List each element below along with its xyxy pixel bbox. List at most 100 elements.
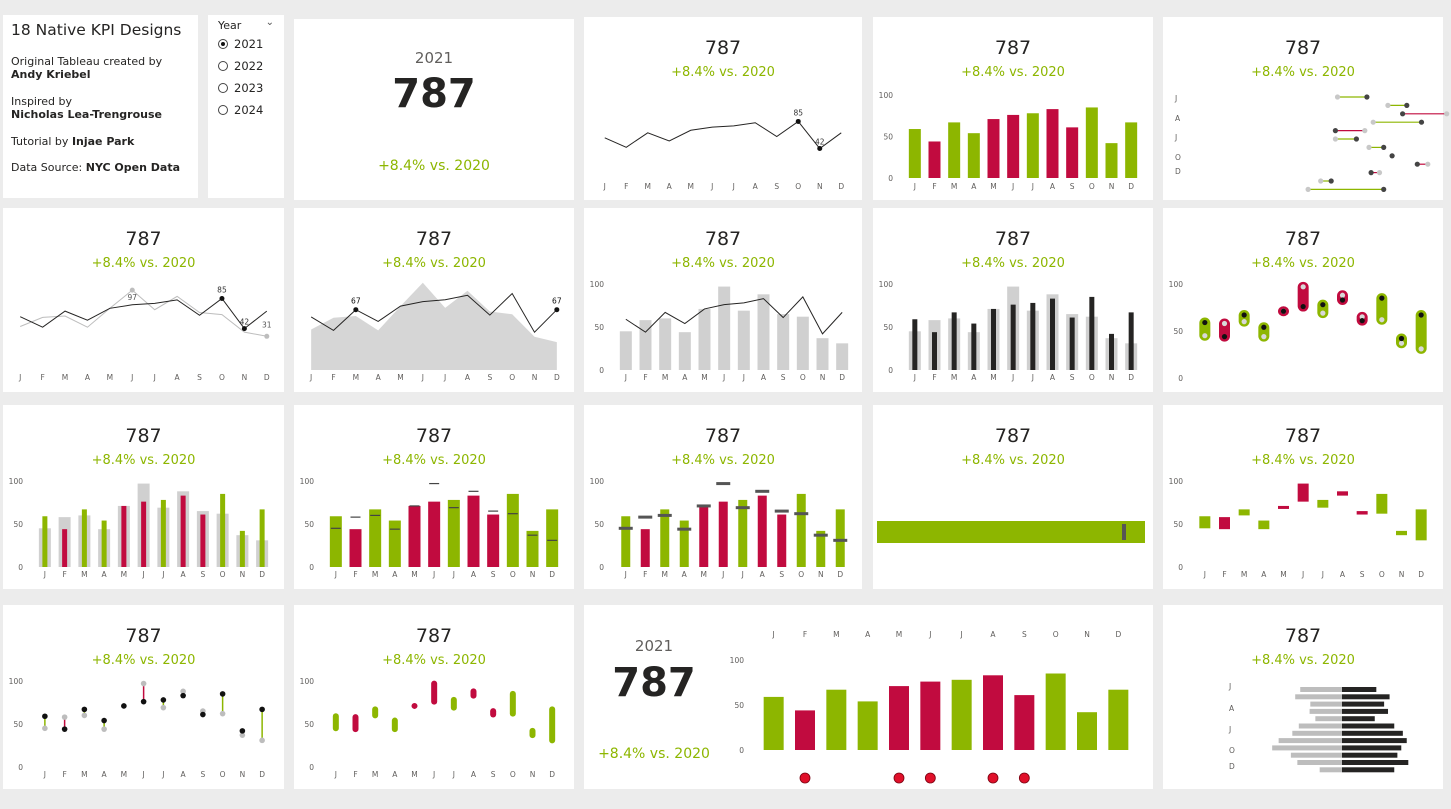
current-bar	[1342, 687, 1377, 692]
bar-M	[408, 505, 421, 567]
float-bar-M	[1238, 509, 1250, 516]
radio-icon[interactable]	[218, 105, 228, 115]
current-dot	[1202, 319, 1208, 326]
x-tick-label: M	[62, 373, 68, 382]
current-dot	[81, 706, 88, 713]
x-tick-label: M	[121, 570, 127, 579]
current-dot	[61, 726, 68, 732]
prior-dot	[1320, 310, 1326, 316]
current-bar-J	[1030, 302, 1036, 370]
prior-dot	[1362, 128, 1368, 134]
range-J	[332, 713, 339, 732]
data-label-high: 85	[217, 286, 227, 295]
x-tick-label: J	[43, 770, 46, 779]
bar-F	[928, 141, 941, 178]
radio-selected-icon[interactable]	[218, 39, 228, 49]
prior-dot	[81, 712, 88, 719]
target-marker	[716, 482, 731, 486]
x-tick-label: J	[334, 570, 337, 579]
kpi-delta: +8.4% vs. 2020	[378, 158, 490, 174]
y-tick-label: 100	[879, 280, 894, 289]
year-option-2021[interactable]: 2021	[218, 37, 263, 51]
prior-dot	[1339, 292, 1346, 298]
x-tick-label: J	[742, 373, 745, 382]
bar-A	[388, 520, 401, 567]
alert-dot	[893, 772, 905, 784]
x-tick-label: A	[392, 570, 398, 579]
x-tick-label: M	[353, 373, 359, 382]
chart-svg: J A J OD	[1228, 682, 1409, 773]
current-bar	[1342, 723, 1395, 729]
year-slicer[interactable]: Year ⌄ 2021 2022 2023 2024	[208, 15, 284, 198]
x-tick-label: D	[1128, 373, 1134, 382]
current-dot	[1379, 295, 1385, 301]
y-tick-label: 50	[13, 520, 23, 529]
y-tick-label: 0	[309, 763, 314, 772]
prior-bar	[1272, 745, 1342, 751]
chevron-down-icon[interactable]: ⌄	[266, 17, 274, 28]
x-tick-label: J	[624, 373, 627, 382]
year-slicer-title: Year	[218, 19, 242, 32]
x-tick-label: A	[865, 630, 871, 639]
target-marker	[677, 527, 692, 531]
current-bar-J	[42, 516, 48, 567]
x-tick-label: J	[722, 373, 725, 382]
data-label-prior-last: 31	[262, 320, 272, 329]
x-tick-label: S	[779, 570, 784, 579]
current-dot	[1221, 334, 1228, 340]
x-tick-label: M	[951, 182, 957, 191]
current-dot	[239, 728, 246, 734]
bar-J	[329, 516, 342, 567]
bar-O	[1085, 107, 1098, 178]
x-tick-label: N	[242, 373, 248, 382]
data-label-first: 67	[351, 297, 361, 306]
prior-bar	[1292, 730, 1342, 736]
x-tick-label: M	[1280, 570, 1286, 579]
prior-dot	[1221, 320, 1228, 327]
year-option-2024[interactable]: 2024	[218, 103, 263, 117]
target-marker	[813, 533, 828, 537]
year-option-2022[interactable]: 2022	[218, 59, 263, 73]
current-dot	[1241, 312, 1247, 318]
current-bar	[1342, 738, 1407, 744]
prior-bar	[1278, 738, 1342, 744]
y-tick-label: 0	[18, 763, 23, 772]
bar-M	[369, 509, 382, 567]
x-tick-label: J	[1301, 570, 1304, 579]
x-tick-label: J	[913, 373, 916, 382]
bar-J	[763, 696, 784, 750]
y-tick-label: 100	[730, 656, 745, 665]
float-bar-D	[1415, 509, 1427, 541]
kpi-delta: +8.4% vs. 2020	[598, 746, 710, 762]
y-month-label: D	[1175, 167, 1181, 176]
chart-svg: 0 50 100 J F M A M J J A S O N D	[300, 477, 559, 579]
current-bar-J	[141, 501, 147, 567]
bar-D	[1108, 689, 1129, 750]
x-tick-label: O	[1089, 182, 1095, 191]
x-tick-label: J	[603, 182, 606, 191]
bar-S	[777, 514, 787, 567]
x-tick-label: D	[554, 373, 560, 382]
current-dot	[1364, 94, 1370, 100]
radio-icon[interactable]	[218, 61, 228, 71]
bar-J	[908, 129, 921, 178]
current-bar-D	[259, 509, 265, 567]
x-tick-label: A	[392, 770, 398, 779]
kpi-card-bars-with-thick-targets: 787 +8.4% vs. 2020 0 50 100 J F M A M J J A S O N D	[584, 405, 862, 589]
x-tick-label: S	[491, 770, 496, 779]
y-tick-label: 100	[1169, 477, 1184, 486]
float-bar-J	[1297, 483, 1309, 502]
year-option-2023[interactable]: 2023	[218, 81, 263, 95]
prior-dot	[1425, 161, 1431, 167]
kpi-year: 2021	[414, 49, 454, 67]
prior-last-point	[264, 333, 270, 339]
prior-bar-M	[698, 308, 711, 370]
x-tick-label: F	[643, 570, 647, 579]
x-tick-label: M	[662, 373, 668, 382]
float-bar-A	[1337, 491, 1348, 496]
bar-J	[1007, 114, 1020, 178]
radio-icon[interactable]	[218, 83, 228, 93]
x-tick-label: F	[803, 630, 807, 639]
x-tick-label: S	[1070, 373, 1075, 382]
x-tick-label: J	[43, 570, 46, 579]
